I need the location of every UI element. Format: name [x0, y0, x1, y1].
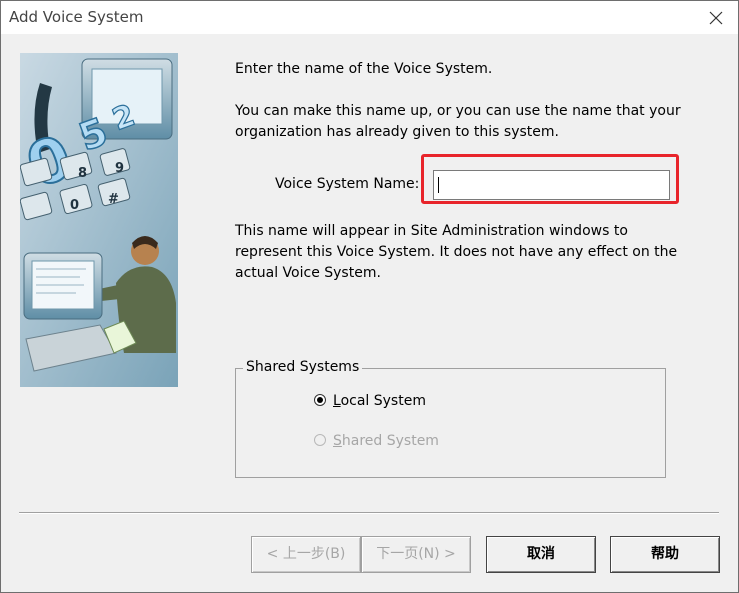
wizard-illustration: 0 5 2 8 9 0 # — [20, 53, 178, 387]
svg-text:0: 0 — [70, 198, 79, 213]
help-button[interactable]: 帮助 — [610, 536, 720, 573]
shared-systems-groupbox — [235, 368, 666, 478]
window-title: Add Voice System — [9, 8, 144, 26]
highlight-annotation-box — [421, 154, 679, 204]
title-bar[interactable]: Add Voice System — [1, 1, 738, 34]
explanation-line-2: organization has already given to this s… — [235, 124, 559, 140]
voice-system-illustration-icon: 0 5 2 8 9 0 # — [20, 53, 178, 387]
radio-unchecked-icon — [314, 434, 326, 446]
next-button: 下一页(N) > — [361, 536, 471, 573]
svg-text:8: 8 — [78, 166, 87, 181]
back-button: < 上一步(B) — [251, 536, 361, 573]
note-text: This name will appear in Site Administra… — [235, 221, 677, 284]
note-line-1: This name will appear in Site Administra… — [235, 223, 628, 239]
svg-text:9: 9 — [115, 161, 124, 176]
voice-system-name-label: Voice System Name: — [275, 176, 420, 192]
close-button[interactable] — [694, 1, 738, 34]
add-voice-system-dialog: Add Voice System 0 5 2 8 9 0 # Enter the… — [0, 0, 739, 593]
radio-checked-icon[interactable] — [314, 394, 326, 406]
shared-system-radio: Shared System — [314, 433, 439, 449]
shared-system-label: hared System — [341, 433, 439, 449]
shared-systems-legend: Shared Systems — [243, 359, 363, 375]
close-icon — [709, 11, 723, 25]
note-line-3: actual Voice System. — [235, 265, 381, 281]
local-system-hotkey: L — [333, 393, 341, 409]
svg-text:#: # — [108, 192, 119, 207]
intro-text: Enter the name of the Voice System. — [235, 59, 492, 80]
local-system-radio[interactable]: Local System — [314, 393, 426, 409]
shared-system-hotkey: S — [333, 433, 342, 449]
explanation-text: You can make this name up, or you can us… — [235, 101, 681, 143]
note-line-2: represent this Voice System. It does not… — [235, 244, 678, 260]
explanation-line-1: You can make this name up, or you can us… — [235, 103, 681, 119]
local-system-label: ocal System — [340, 393, 426, 409]
intro-line: Enter the name of the Voice System. — [235, 61, 493, 77]
footer-separator — [19, 512, 719, 514]
cancel-button[interactable]: 取消 — [486, 536, 596, 573]
